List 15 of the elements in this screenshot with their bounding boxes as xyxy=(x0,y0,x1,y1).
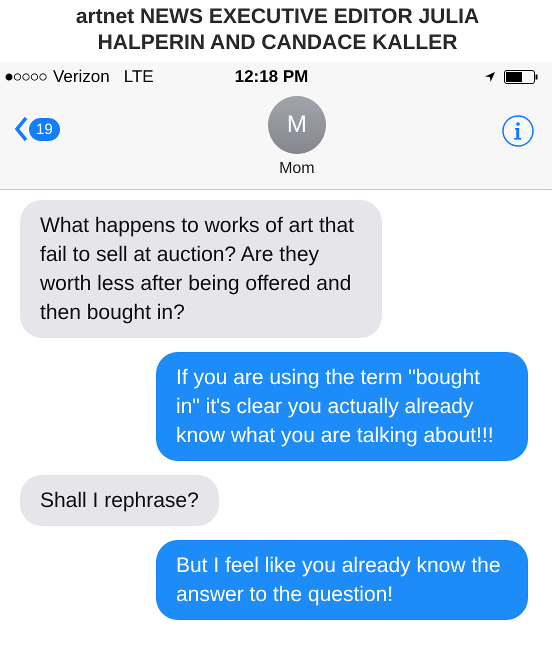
chevron-icon xyxy=(14,116,28,142)
location-icon xyxy=(484,71,496,83)
headline: artnet NEWS EXECUTIVE EDITOR JULIA HALPERIN AND CANDACE KALLER xyxy=(74,4,480,56)
battery-icon xyxy=(504,70,538,84)
carrier-name: Verizon xyxy=(53,67,110,87)
message-bubble: But I feel like you already know the answer to the question! xyxy=(156,540,528,620)
contact-name[interactable]: Mom xyxy=(279,160,315,178)
network-type: LTE xyxy=(124,67,154,87)
signal-icon xyxy=(5,73,47,81)
info-icon[interactable] xyxy=(502,115,534,147)
status-time: 12:18 PM xyxy=(234,67,308,87)
message-bubble: Shall I rephrase? xyxy=(20,475,219,526)
message-bubble: If you are using the term "bought in" it's clear you actually already know what you are talking about!!! xyxy=(156,352,528,461)
message-bubble: What happens to works of art that fail to sell at auction? Are they worth less after being offered and then bought in? xyxy=(20,200,382,338)
contact-avatar[interactable]: M xyxy=(268,96,326,154)
